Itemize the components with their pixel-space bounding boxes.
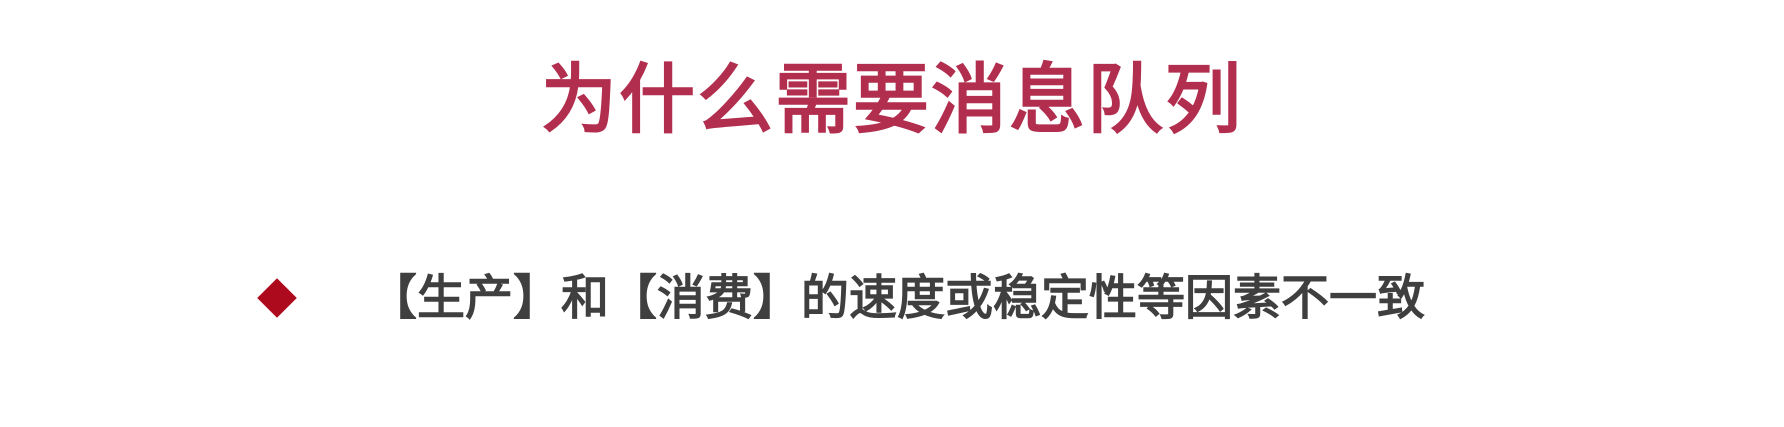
slide: 为什么需要消息队列 【生产】和【消费】的速度或稳定性等因素不一致 bbox=[0, 0, 1784, 427]
bullet-item: 【生产】和【消费】的速度或稳定性等因素不一致 bbox=[254, 262, 1425, 334]
bullet-text: 【生产】和【消费】的速度或稳定性等因素不一致 bbox=[369, 270, 1426, 326]
diamond-bullet-icon bbox=[257, 278, 297, 318]
slide-title: 为什么需要消息队列 bbox=[541, 55, 1243, 144]
